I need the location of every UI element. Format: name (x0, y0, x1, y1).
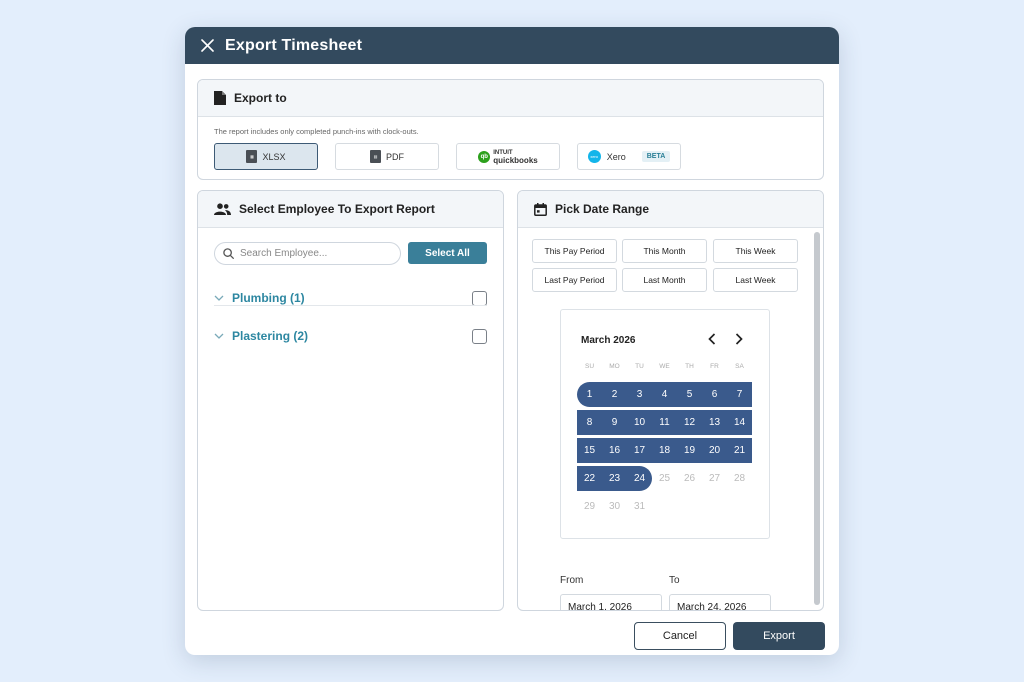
calendar-day[interactable]: 23 (602, 466, 627, 491)
export-to-header: Export to (198, 80, 823, 117)
employee-select-card: Select Employee To Export Report Select … (197, 190, 504, 611)
weekday-header: SA (735, 363, 744, 370)
calendar-day[interactable]: 16 (602, 438, 627, 463)
weekday-header: FR (710, 363, 719, 370)
export-note: The report includes only completed punch… (214, 127, 419, 136)
spreadsheet-file-icon: ▦ (246, 150, 258, 163)
next-month-icon[interactable] (731, 330, 747, 348)
calendar-day[interactable]: 6 (702, 382, 727, 407)
weekday-header: MO (609, 363, 620, 370)
calendar-day[interactable]: 5 (677, 382, 702, 407)
from-date-field[interactable]: March 1, 2026 (560, 594, 662, 610)
format-label: XLSX (262, 151, 286, 162)
quickbooks-text: quickbooks (493, 155, 538, 165)
calendar-day[interactable]: 22 (577, 466, 602, 491)
calendar-day[interactable]: 4 (652, 382, 677, 407)
date-range-card: Pick Date Range This Pay Period This Mon… (517, 190, 824, 611)
xero-logo-icon: xero (587, 150, 601, 163)
to-label: To (669, 575, 680, 586)
search-box (214, 242, 401, 265)
export-timesheet-modal: Export Timesheet Export to The report in… (185, 27, 839, 655)
calendar-day[interactable]: 31 (627, 494, 652, 519)
weekday-header: SU (584, 363, 595, 370)
to-date-field[interactable]: March 24, 2026 (669, 594, 771, 610)
format-quickbooks-button[interactable]: qb INTUIT quickbooks (456, 143, 560, 170)
calendar-day[interactable]: 13 (702, 410, 727, 435)
calendar-day[interactable]: 1 (577, 382, 602, 407)
format-pdf-button[interactable]: ▤ PDF (335, 143, 439, 170)
preset-this-pay-period[interactable]: This Pay Period (532, 239, 617, 263)
calendar-day[interactable]: 26 (677, 466, 702, 491)
calendar-day[interactable]: 25 (652, 466, 677, 491)
calendar-day[interactable]: 17 (627, 438, 652, 463)
calendar-day[interactable]: 9 (602, 410, 627, 435)
calendar-icon (534, 202, 547, 216)
format-label: Xero (606, 151, 626, 162)
beta-badge: BETA (641, 151, 671, 162)
pdf-file-icon: ▤ (370, 150, 381, 163)
calendar-day[interactable]: 14 (727, 410, 752, 435)
chevron-down-icon (214, 295, 224, 301)
preset-last-pay-period[interactable]: Last Pay Period (532, 268, 617, 292)
calendar-day[interactable]: 21 (727, 438, 752, 463)
quickbooks-logo-icon: qb (478, 150, 491, 163)
document-icon (214, 91, 226, 105)
preset-last-month[interactable]: Last Month (622, 268, 707, 292)
calendar-day[interactable]: 8 (577, 410, 602, 435)
users-icon (214, 203, 231, 215)
group-divider (214, 305, 487, 306)
search-employee-input[interactable] (240, 248, 390, 259)
export-to-card: Export to The report includes only compl… (197, 79, 824, 180)
from-label: From (560, 575, 584, 586)
close-icon[interactable] (199, 38, 215, 54)
group-name: Plumbing (1) (232, 291, 305, 305)
calendar-day[interactable]: 24 (627, 466, 652, 491)
select-all-button[interactable]: Select All (408, 242, 487, 264)
chevron-down-icon (214, 333, 224, 339)
group-checkbox[interactable] (472, 290, 487, 306)
calendar-day[interactable]: 7 (727, 382, 752, 407)
calendar-day[interactable]: 28 (727, 466, 752, 491)
format-xero-button[interactable]: xero Xero BETA (577, 143, 681, 170)
calendar-day[interactable]: 19 (677, 438, 702, 463)
group-plumbing[interactable]: Plumbing (1) (214, 283, 487, 313)
calendar-day[interactable]: 18 (652, 438, 677, 463)
weekday-header: TU (635, 363, 644, 370)
weekday-header: TH (685, 363, 694, 370)
cancel-button[interactable]: Cancel (634, 622, 726, 650)
format-label: PDF (386, 151, 404, 162)
calendar-day[interactable]: 15 (577, 438, 602, 463)
calendar-day[interactable]: 12 (677, 410, 702, 435)
prev-month-icon[interactable] (704, 330, 720, 348)
calendar-day[interactable]: 10 (627, 410, 652, 435)
employee-select-heading: Select Employee To Export Report (239, 202, 435, 216)
search-icon (223, 248, 234, 259)
preset-this-week[interactable]: This Week (713, 239, 798, 263)
calendar-day[interactable]: 3 (627, 382, 652, 407)
calendar-day[interactable]: 2 (602, 382, 627, 407)
modal-header: Export Timesheet (185, 27, 839, 64)
calendar-day[interactable]: 11 (652, 410, 677, 435)
group-plastering[interactable]: Plastering (2) (214, 321, 487, 351)
calendar-day[interactable]: 20 (702, 438, 727, 463)
group-name: Plastering (2) (232, 329, 309, 343)
calendar-day[interactable]: 30 (602, 494, 627, 519)
calendar-day[interactable]: 29 (577, 494, 602, 519)
modal-title: Export Timesheet (225, 36, 363, 54)
calendar-day[interactable]: 27 (702, 466, 727, 491)
format-xlsx-button[interactable]: ▦ XLSX (214, 143, 318, 170)
preset-last-week[interactable]: Last Week (713, 268, 798, 292)
weekday-header: WE (659, 363, 670, 370)
date-range-header: Pick Date Range (518, 191, 823, 228)
preset-this-month[interactable]: This Month (622, 239, 707, 263)
group-checkbox[interactable] (472, 328, 487, 344)
calendar: March 2026 SU MO TU WE TH FR SA 1 2 3 4 5 6 7 8 9 10 11 12… (560, 309, 770, 539)
export-to-heading: Export to (234, 91, 287, 105)
employee-select-header: Select Employee To Export Report (198, 191, 503, 228)
date-range-heading: Pick Date Range (555, 202, 650, 216)
calendar-month: March 2026 (581, 335, 636, 346)
export-button[interactable]: Export (733, 622, 825, 650)
scrollbar-thumb[interactable] (814, 232, 820, 605)
